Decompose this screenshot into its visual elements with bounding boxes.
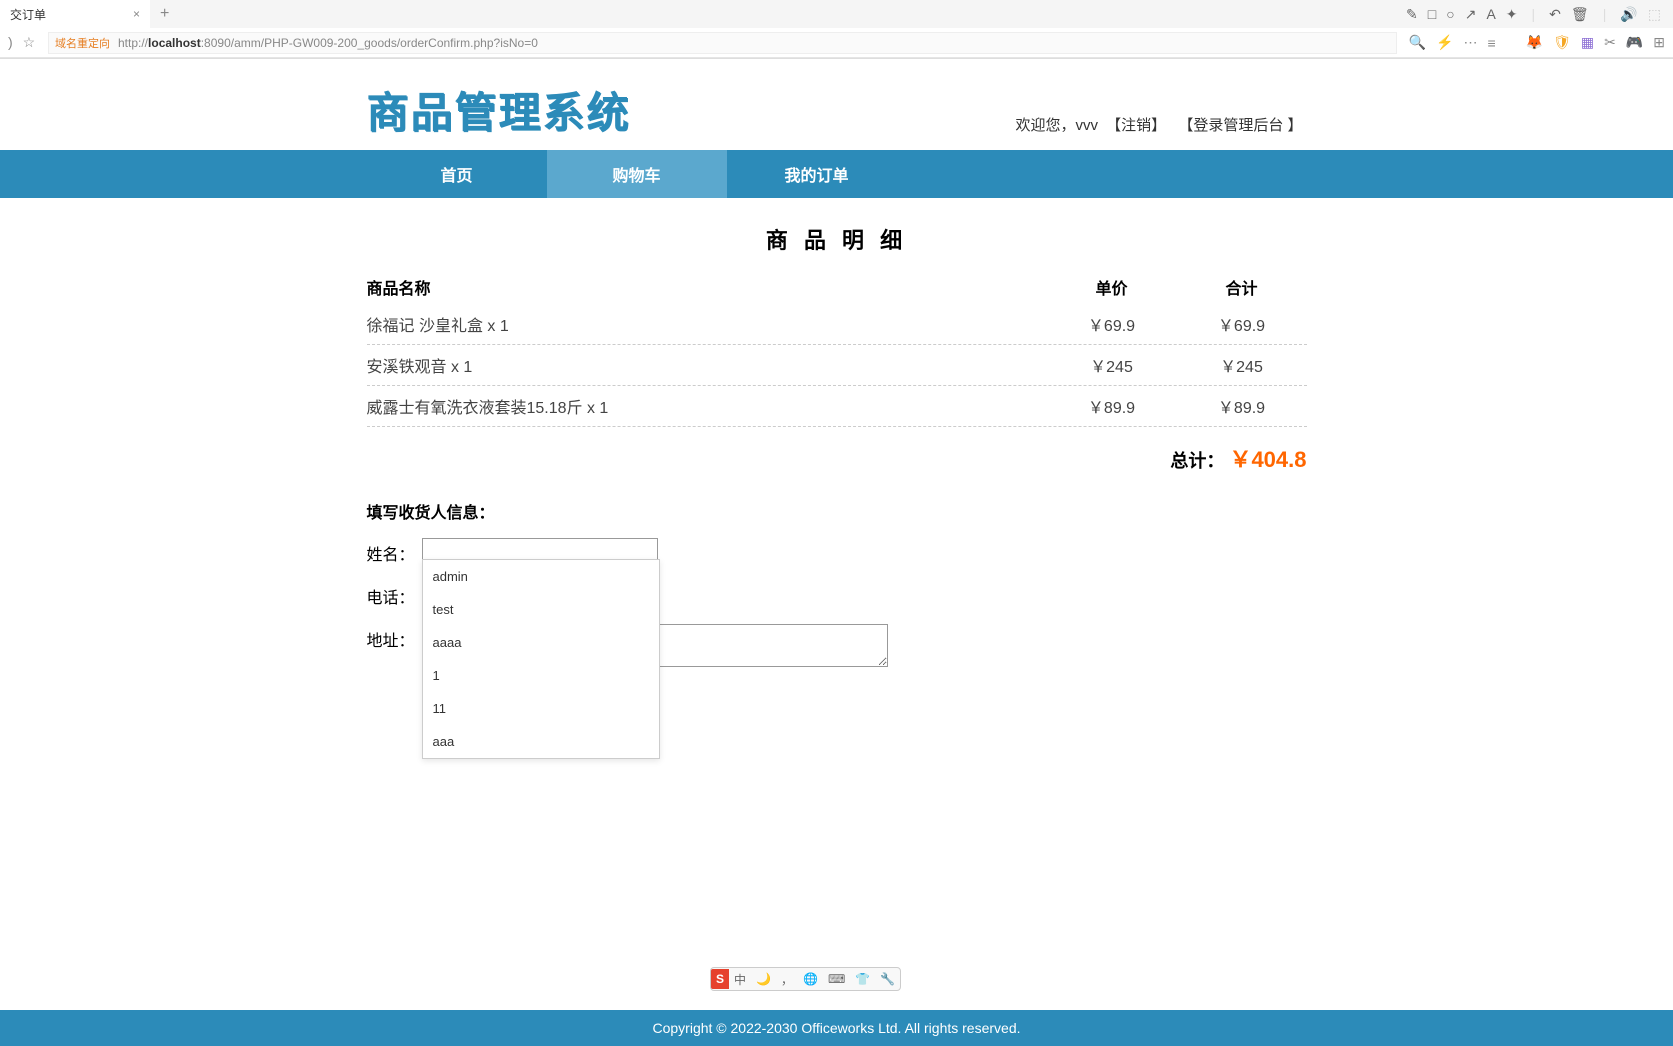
tab-title: 交订单 [10,6,46,23]
url-text: http://localhost:8090/amm/PHP-GW009-200_… [118,36,538,50]
user-info: 欢迎您，vvv 【注销】 【登录管理后台 】 [1015,114,1306,140]
new-tab-button[interactable]: + [150,5,179,23]
circle-icon[interactable]: ○ [1446,6,1454,23]
header-total: 合计 [1177,275,1307,299]
more-icon[interactable]: ⋯ [1463,34,1477,51]
refresh-icon[interactable]: ) [8,34,13,51]
order-table: 商品名称 单价 合计 徐福记 沙皇礼盒 x 1 ￥69.9 ￥69.9 安溪铁观… [367,270,1307,474]
autocomplete-dropdown: admin test aaaa 1 11 aaa [422,559,660,759]
browser-tab[interactable]: 交订单 × [0,0,150,28]
recipient-form: 填写收货人信息： 姓名： 电话： 地址： admin test aaaa 1 1… [367,499,1307,667]
tab-bar: 交订单 × + ✎ □ ○ ↗ A ✦ | ↶ 🗑 | 🔊 ⬚ [0,0,1673,28]
table-row: 安溪铁观音 x 1 ￥245 ￥245 [367,345,1307,386]
ext1-icon[interactable]: 🦊 [1526,34,1543,51]
ext3-icon[interactable]: ▦ [1581,34,1594,51]
welcome-text: 欢迎您，vvv [1015,117,1098,134]
cell-price: ￥69.9 [1047,312,1177,336]
nav-orders[interactable]: 我的订单 [727,150,907,198]
cursor-icon[interactable]: ⬚ [1648,6,1661,23]
ime-globe-icon[interactable]: 🌐 [798,972,823,986]
ime-settings-icon[interactable]: 🔧 [875,972,900,986]
autocomplete-item[interactable]: aaaa [423,626,659,659]
ext6-icon[interactable]: ⊞ [1653,34,1665,51]
table-row: 威露士有氧洗衣液套装15.18斤 x 1 ￥89.9 ￥89.9 [367,386,1307,427]
form-title: 填写收货人信息： [367,499,1307,523]
ime-toolbar[interactable]: S 中 🌙 ， 🌐 ⌨ 👕 🔧 [710,967,901,991]
cell-name: 安溪铁观音 x 1 [367,353,1047,377]
autocomplete-item[interactable]: 1 [423,659,659,692]
logout-link[interactable]: 【注销】 [1106,117,1166,134]
autocomplete-item[interactable]: 11 [423,692,659,725]
ime-skin-icon[interactable]: 👕 [850,972,875,986]
arrow-icon[interactable]: ↗ [1465,6,1477,23]
ext2-icon[interactable]: 🛡 [1553,34,1571,51]
star-icon[interactable]: ☆ [23,34,36,51]
nav-home[interactable]: 首页 [367,150,547,198]
admin-link[interactable]: 【登录管理后台 】 [1178,117,1302,134]
page-header: 商品管理系统 欢迎您，vvv 【注销】 【登录管理后台 】 [367,59,1307,150]
nav-cart[interactable]: 购物车 [547,150,727,198]
name-label: 姓名： [367,538,422,565]
table-header: 商品名称 单价 合计 [367,270,1307,304]
redirect-badge: 域名重定向 [55,35,110,51]
logo: 商品管理系统 [367,79,631,140]
flash-icon[interactable]: ⚡ [1436,34,1453,51]
nav-icons: ) ☆ [8,34,48,51]
total-row: 总计： ￥404.8 [367,442,1307,474]
ext4-icon[interactable]: ✂ [1604,34,1616,51]
square-icon[interactable]: □ [1428,6,1436,23]
cell-total: ￥245 [1177,353,1307,377]
ime-moon-icon[interactable]: 🌙 [751,972,776,986]
sound-icon[interactable]: 🔊 [1620,6,1637,23]
cell-price: ￥245 [1047,353,1177,377]
ime-logo[interactable]: S [711,969,729,989]
nav-bar: 首页 购物车 我的订单 [0,150,1673,198]
ext5-icon[interactable]: 🎮 [1626,34,1643,51]
section-title: 商 品 明 细 [367,223,1307,255]
address-bar-row: ) ☆ 域名重定向 http://localhost:8090/amm/PHP-… [0,28,1673,58]
chrome-toolbar-right: ✎ □ ○ ↗ A ✦ | ↶ 🗑 | 🔊 ⬚ [1406,6,1673,23]
extension-icons: 🔍 ⚡ ⋯ ≡ 🦊 🛡 ▦ ✂ 🎮 ⊞ [1397,34,1665,51]
text-icon[interactable]: A [1486,6,1495,23]
menu-icon[interactable]: ≡ [1487,35,1495,51]
edit-icon[interactable]: ✎ [1406,6,1418,23]
autocomplete-item[interactable]: admin [423,560,659,593]
table-row: 徐福记 沙皇礼盒 x 1 ￥69.9 ￥69.9 [367,304,1307,345]
total-amount: ￥404.8 [1229,447,1306,472]
cell-price: ￥89.9 [1047,394,1177,418]
ime-keyboard-icon[interactable]: ⌨ [823,972,850,986]
cell-name: 威露士有氧洗衣液套装15.18斤 x 1 [367,394,1047,418]
cell-total: ￥89.9 [1177,394,1307,418]
cell-total: ￥69.9 [1177,312,1307,336]
undo-icon[interactable]: ↶ [1549,6,1561,23]
close-tab-icon[interactable]: × [123,7,140,21]
address-label: 地址： [367,624,422,651]
browser-chrome: 交订单 × + ✎ □ ○ ↗ A ✦ | ↶ 🗑 | 🔊 ⬚ ) ☆ 域名重定… [0,0,1673,59]
header-name: 商品名称 [367,275,1047,299]
phone-label: 电话： [367,581,422,608]
autocomplete-item[interactable]: aaa [423,725,659,758]
page-footer: Copyright © 2022-2030 Officeworks Ltd. A… [0,1010,1673,1046]
ime-lang[interactable]: 中 [729,971,751,988]
address-bar[interactable]: 域名重定向 http://localhost:8090/amm/PHP-GW00… [48,32,1397,54]
ime-punct[interactable]: ， [776,971,798,988]
total-label: 总计： [1170,451,1224,471]
delete-icon[interactable]: 🗑 [1571,6,1589,23]
page-container: 商品管理系统 欢迎您，vvv 【注销】 【登录管理后台 】 [367,59,1307,150]
autocomplete-item[interactable]: test [423,593,659,626]
cell-name: 徐福记 沙皇礼盒 x 1 [367,312,1047,336]
wand-icon[interactable]: ✦ [1506,6,1518,23]
header-price: 单价 [1047,275,1177,299]
zoom-icon[interactable]: 🔍 [1409,34,1426,51]
